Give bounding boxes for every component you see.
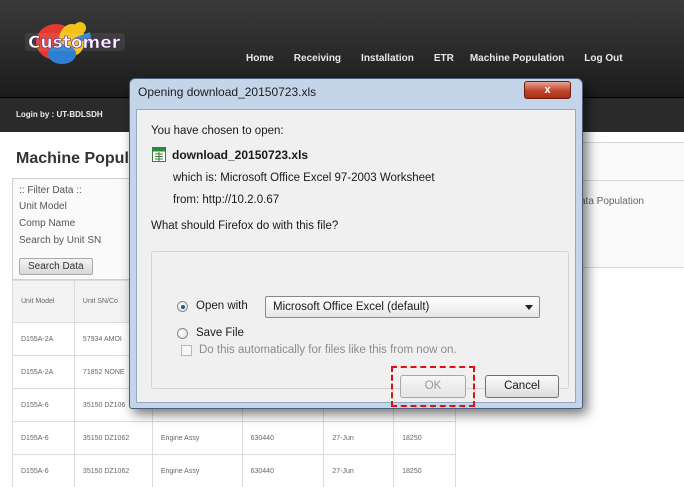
column-header-unit-model[interactable]: Unit Model: [12, 280, 75, 323]
nav-machine-population[interactable]: Machine Population: [470, 53, 564, 64]
cell-code: 630440: [241, 454, 325, 487]
login-status: Login by : UT-BDLSDH: [16, 110, 103, 119]
search-data-button[interactable]: Search Data: [19, 258, 93, 275]
filter-label-search-unit-sn: Search by Unit SN: [19, 235, 102, 246]
nav-log-out[interactable]: Log Out: [584, 53, 622, 64]
cell-code: 630440: [241, 421, 325, 455]
svg-text:Customer: Customer: [28, 33, 121, 53]
ok-highlight-box: [391, 366, 475, 407]
cell-date: 27-Jun: [323, 454, 395, 487]
cell-unit-sn: 35150 DZ1062: [73, 454, 153, 487]
dialog-body: You have chosen to open: download_201507…: [136, 109, 576, 403]
cell-unit-model: D155A-6: [12, 388, 75, 422]
save-file-label[interactable]: Save File: [196, 327, 244, 339]
main-nav: Home Receiving Installation ETR Machine …: [246, 53, 643, 64]
filter-header: :: Filter Data ::: [19, 185, 82, 196]
nav-installation[interactable]: Installation: [361, 53, 414, 64]
auto-action-checkbox[interactable]: [181, 345, 192, 356]
cell-hm: 18250: [393, 421, 456, 455]
action-group: [151, 251, 569, 389]
page-title: Machine Popul: [16, 150, 129, 167]
cell-hm: 18250: [393, 454, 456, 487]
intro-text: You have chosen to open:: [151, 125, 284, 137]
file-name: download_20150723.xls: [172, 148, 309, 162]
close-icon: x: [544, 84, 551, 96]
cell-date: 27-Jun: [323, 421, 395, 455]
divider: [566, 180, 684, 181]
customer-logo[interactable]: Customer: [20, 14, 135, 76]
data-population-link[interactable]: ata Population: [580, 196, 644, 207]
action-question: What should Firefox do with this file?: [151, 220, 339, 232]
open-with-radio[interactable]: [177, 301, 188, 312]
filter-label-unit-model: Unit Model: [19, 201, 67, 212]
filter-label-comp-name: Comp Name: [19, 218, 76, 229]
cell-unit-model: D155A-2A: [12, 322, 75, 356]
cancel-button[interactable]: Cancel: [485, 375, 559, 398]
nav-etr[interactable]: ETR: [434, 53, 454, 64]
save-file-radio[interactable]: [177, 328, 188, 339]
chevron-down-icon: [525, 305, 533, 310]
file-type-text: which is: Microsoft Office Excel 97-2003…: [173, 172, 435, 184]
cell-unit-model: D155A-6: [12, 421, 75, 455]
filter-panel: :: Filter Data :: Unit Model Comp Name S…: [12, 178, 132, 280]
cell-unit-sn: 35150 DZ1062: [73, 421, 153, 455]
close-button[interactable]: x: [524, 81, 571, 99]
nav-receiving[interactable]: Receiving: [294, 53, 341, 64]
application-select[interactable]: Microsoft Office Excel (default): [265, 296, 540, 318]
download-dialog: Opening download_20150723.xls x You have…: [129, 78, 583, 409]
nav-home[interactable]: Home: [246, 53, 274, 64]
auto-action-label: Do this automatically for files like thi…: [199, 344, 457, 356]
excel-file-icon: [152, 147, 166, 162]
cell-component: Engine Assy: [151, 454, 243, 487]
file-source-text: from: http://10.2.0.67: [173, 194, 280, 206]
dialog-title: Opening download_20150723.xls: [138, 85, 317, 99]
cell-unit-model: D155A-2A: [12, 355, 75, 389]
open-with-label[interactable]: Open with: [196, 300, 248, 312]
cell-component: Engine Assy: [151, 421, 243, 455]
table-row[interactable]: D155A-6 35150 DZ1062 Engine Assy 630440 …: [12, 421, 456, 455]
application-select-value: Microsoft Office Excel (default): [273, 301, 430, 313]
table-row[interactable]: D155A-6 35150 DZ1062 Engine Assy 630440 …: [12, 454, 456, 487]
cell-unit-model: D155A-6: [12, 454, 75, 487]
